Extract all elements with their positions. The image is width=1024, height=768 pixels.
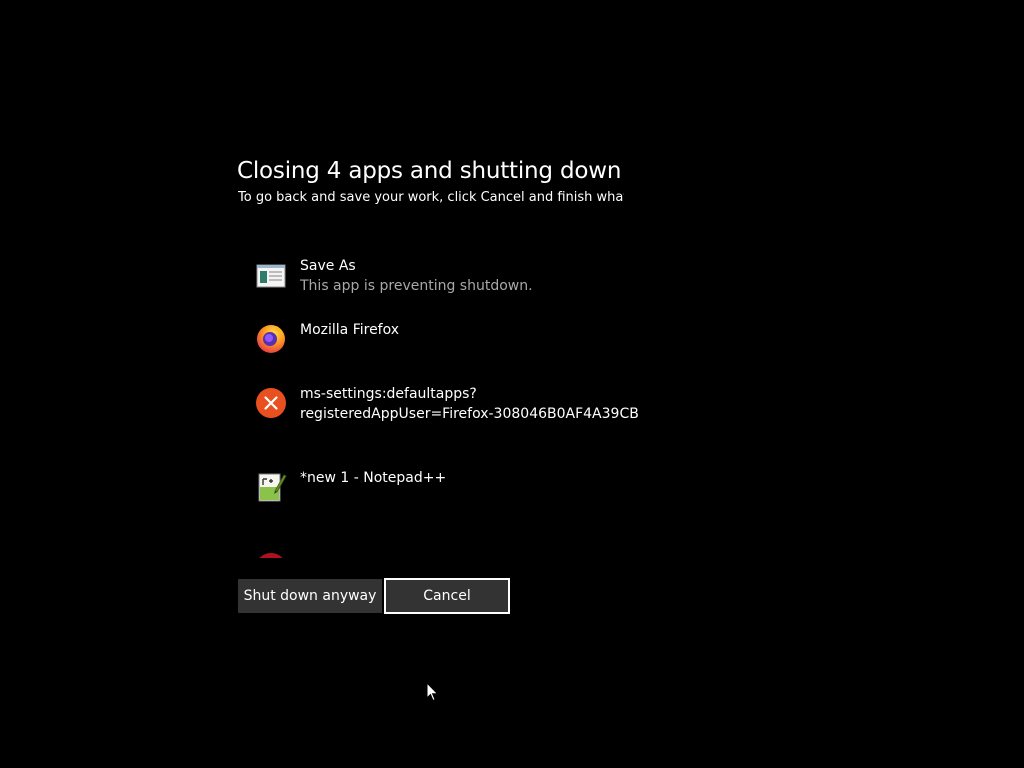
partial-app-icon xyxy=(255,553,287,558)
list-item-notepad-plus-plus: *new 1 - Notepad++ xyxy=(238,468,658,518)
app-status: This app is preventing shutdown. xyxy=(300,278,533,294)
save-as-window-icon xyxy=(255,260,287,292)
list-item-partial xyxy=(255,553,287,558)
app-name-line1: ms-settings:defaultapps? xyxy=(300,386,477,402)
notepad-plus-plus-icon xyxy=(255,471,287,503)
app-name: Save As xyxy=(300,258,356,274)
firefox-icon xyxy=(255,322,287,354)
shutdown-screen: Closing 4 apps and shutting down To go b… xyxy=(0,0,1024,768)
shut-down-anyway-button[interactable]: Shut down anyway xyxy=(238,579,382,613)
app-name: Mozilla Firefox xyxy=(300,322,400,338)
mouse-pointer-icon xyxy=(426,681,440,702)
blocking-apps-list: Save As This app is preventing shutdown. xyxy=(238,240,658,558)
list-item-save-as: Save As This app is preventing shutdown. xyxy=(238,256,658,316)
cancel-button[interactable]: Cancel xyxy=(384,578,510,614)
page-title: Closing 4 apps and shutting down xyxy=(237,158,622,184)
page-subtitle: To go back and save your work, click Can… xyxy=(238,190,624,205)
list-item-ms-settings: ms-settings:defaultapps? registeredAppUs… xyxy=(238,384,658,444)
error-x-icon xyxy=(255,387,287,419)
app-name-line2: registeredAppUser=Firefox-308046B0AF4A39… xyxy=(300,406,639,422)
app-name: *new 1 - Notepad++ xyxy=(300,470,447,486)
list-item-firefox: Mozilla Firefox xyxy=(238,320,658,370)
